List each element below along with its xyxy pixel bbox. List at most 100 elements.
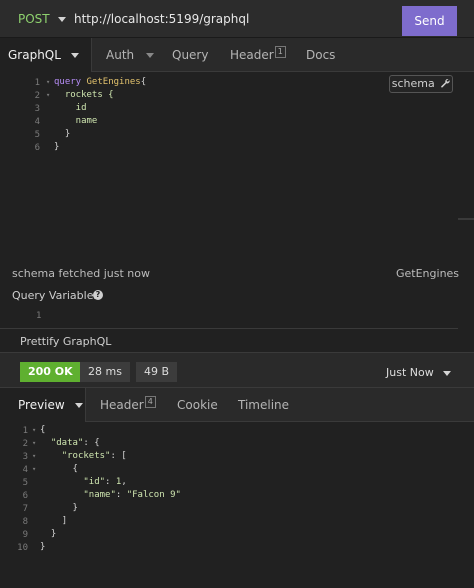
tab-header[interactable]: Header 1	[230, 38, 286, 72]
line-number: 2	[34, 91, 40, 101]
line-number: 1	[22, 426, 28, 436]
json-punctuation: {	[72, 464, 78, 474]
line-number: 4	[22, 465, 28, 475]
json-punctuation: ]	[61, 516, 68, 526]
tab-docs[interactable]: Docs	[306, 38, 335, 72]
json-punctuation: : [	[110, 451, 127, 461]
json-key: "name"	[83, 490, 116, 500]
code-line: query GetEngines{	[54, 76, 146, 89]
line-gutter: 6	[0, 141, 44, 154]
json-punctuation: }	[50, 529, 57, 539]
json-line: "data": {	[40, 437, 100, 450]
operation-name-token: GetEngines	[86, 77, 141, 87]
request-tabs: GraphQL Auth Query Header 1 Docs	[0, 38, 474, 72]
line-gutter: 5	[0, 476, 30, 489]
json-punctuation: :	[115, 490, 127, 500]
fold-icon[interactable]: ▾	[32, 439, 36, 447]
line-gutter: 2	[0, 437, 30, 450]
json-punctuation: : {	[83, 438, 100, 448]
line-gutter: 5	[0, 128, 44, 141]
line-number: 2	[22, 439, 28, 449]
tab-cookie[interactable]: Cookie	[177, 388, 218, 422]
line-number: 1	[34, 78, 40, 88]
tab-auth-label: Auth	[106, 48, 135, 62]
tab-preview[interactable]: Preview	[0, 388, 86, 422]
json-key: "data"	[50, 438, 84, 448]
fold-icon[interactable]: ▾	[46, 78, 50, 86]
json-line: "id": 1,	[40, 476, 127, 489]
json-line: ]	[40, 515, 67, 528]
header-count-badge: 1	[274, 46, 286, 58]
resize-handle[interactable]	[458, 218, 474, 220]
schema-button-label: schema	[391, 77, 435, 90]
line-number: 6	[34, 143, 40, 153]
wrench-icon	[441, 79, 450, 88]
line-number: 7	[22, 504, 28, 514]
fold-icon[interactable]: ▾	[32, 426, 36, 434]
help-icon[interactable]: ?	[93, 290, 103, 300]
json-line: {	[40, 425, 46, 435]
tab-graphql[interactable]: GraphQL	[0, 38, 92, 72]
keyword-token: query	[54, 77, 87, 87]
chevron-down-icon	[145, 53, 154, 58]
line-number: 9	[22, 530, 28, 540]
line-gutter: 3	[0, 102, 44, 115]
query-variables-editor[interactable]: 1	[36, 311, 41, 321]
code-line: }	[54, 129, 71, 139]
line-number: 4	[34, 117, 40, 127]
code-line: rockets {	[54, 90, 114, 100]
response-meta-bar: 200 OK 28 ms 49 B Just Now	[0, 352, 474, 388]
json-punctuation: :	[105, 477, 116, 487]
line-number: 10	[17, 543, 28, 553]
panel-divider	[458, 72, 474, 352]
line-gutter: 2	[0, 89, 44, 102]
code-line: id	[54, 103, 87, 113]
line-number: 6	[22, 491, 28, 501]
json-key: "rockets"	[61, 451, 111, 461]
tab-preview-label: Preview	[18, 398, 65, 412]
json-line: }	[40, 542, 46, 552]
tab-response-header[interactable]: Header 4	[100, 388, 156, 422]
prettify-bar: Prettify GraphQL	[0, 328, 458, 352]
line-gutter: 9	[0, 528, 30, 541]
history-dropdown[interactable]: Just Now	[386, 366, 452, 379]
tab-header-label: Header	[230, 48, 274, 62]
method-select[interactable]: POST	[18, 12, 50, 26]
chevron-down-icon	[74, 403, 83, 408]
query-variables-label[interactable]: Query Variables	[12, 289, 99, 302]
response-header-count-badge: 4	[144, 396, 156, 408]
json-punctuation: ,	[121, 477, 127, 487]
line-gutter: 1	[0, 76, 44, 89]
tab-timeline[interactable]: Timeline	[238, 388, 289, 422]
line-gutter: 10	[0, 541, 30, 554]
query-editor[interactable]: 1 ▾ query GetEngines{ 2 ▾ rockets { 3 id…	[0, 72, 458, 258]
line-gutter: 6	[0, 489, 30, 502]
fold-icon[interactable]: ▾	[46, 91, 50, 99]
url-input[interactable]: http://localhost:5199/graphql	[74, 12, 249, 26]
response-size-badge: 49 B	[136, 362, 178, 382]
schema-status-text: schema fetched just now	[12, 267, 150, 280]
fold-icon[interactable]: ▾	[32, 452, 36, 460]
send-button[interactable]: Send	[402, 6, 457, 36]
code-line: }	[54, 142, 60, 152]
response-viewer[interactable]: 1 ▾ { 2 ▾ "data": { 3 ▾ "rockets": [ 4 ▾…	[0, 422, 474, 588]
chevron-down-icon[interactable]	[58, 17, 66, 22]
history-dropdown-label: Just Now	[386, 366, 434, 379]
chevron-down-icon	[443, 370, 452, 376]
json-key: "id"	[83, 477, 106, 487]
line-gutter: 4	[0, 115, 44, 128]
tab-response-header-label: Header	[100, 398, 144, 412]
tab-auth[interactable]: Auth	[106, 38, 154, 72]
fold-icon[interactable]: ▾	[32, 465, 36, 473]
line-gutter: 7	[0, 502, 30, 515]
tab-query[interactable]: Query	[172, 38, 208, 72]
json-string: "Falcon 9"	[126, 490, 181, 500]
line-gutter: 4	[0, 463, 30, 476]
operation-name-label[interactable]: GetEngines	[396, 267, 459, 280]
code-line: name	[54, 116, 98, 126]
prettify-button[interactable]: Prettify GraphQL	[20, 335, 111, 348]
json-line: "name": "Falcon 9"	[40, 489, 181, 502]
schema-button[interactable]: schema	[389, 75, 453, 93]
schema-status-bar: schema fetched just now GetEngines	[0, 262, 459, 284]
line-gutter: 1	[0, 424, 30, 437]
